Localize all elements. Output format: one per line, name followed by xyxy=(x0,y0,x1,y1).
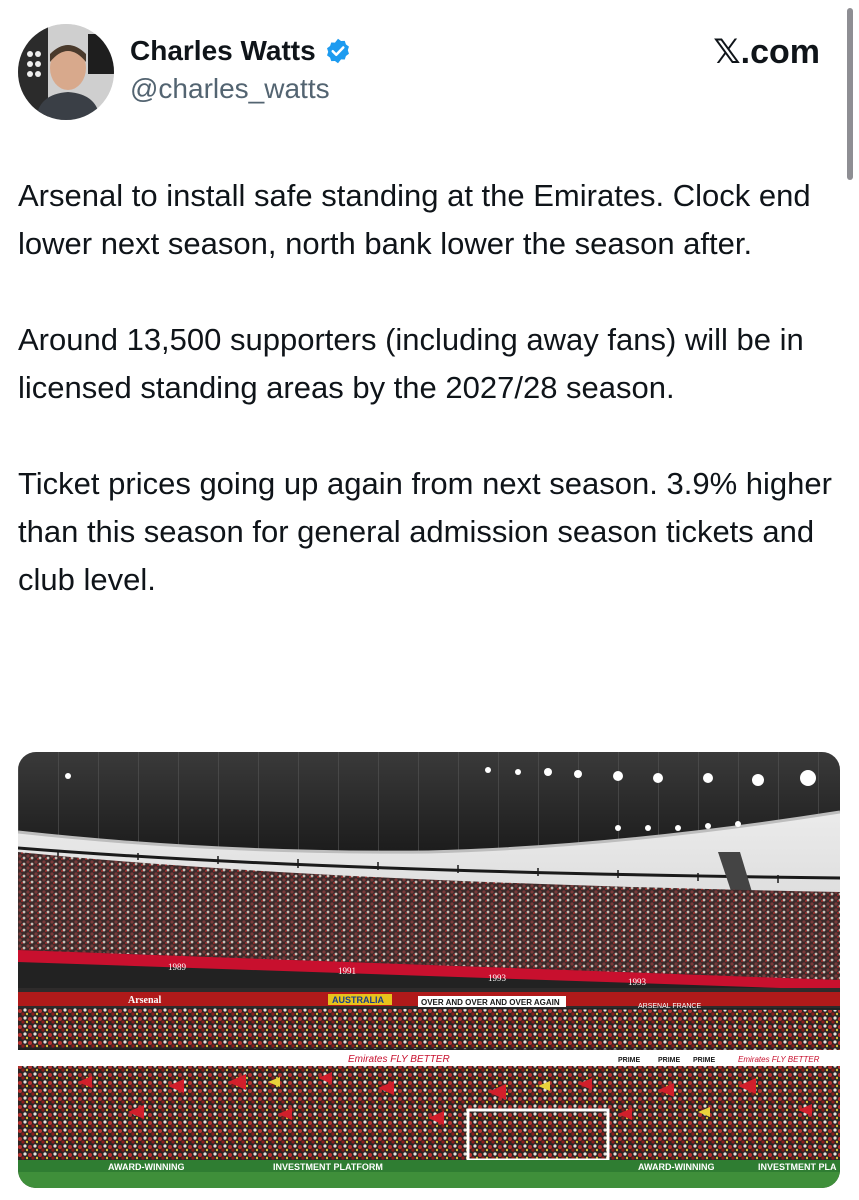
tweet-text: Arsenal to install safe standing at the … xyxy=(18,172,838,652)
year-banner: 1989 xyxy=(168,962,187,972)
prime-board: PRIME xyxy=(658,1057,681,1064)
led-board: INVESTMENT PLA xyxy=(758,1162,837,1172)
over-and-over-banner: OVER AND OVER AND OVER AGAIN xyxy=(421,998,560,1007)
prime-board: PRIME xyxy=(693,1057,716,1064)
verified-badge-icon xyxy=(324,37,352,65)
scrollbar[interactable] xyxy=(847,8,853,180)
tweet-paragraph: Arsenal to install safe standing at the … xyxy=(18,178,811,261)
led-board: AWARD-WINNING xyxy=(638,1162,715,1172)
year-banner: 1993 xyxy=(628,977,647,987)
handle[interactable]: @charles_watts xyxy=(130,72,352,106)
x-logo: 𝕏.com xyxy=(713,33,820,71)
arsenal-france-banner: ARSENAL FRANCE xyxy=(638,1003,701,1010)
display-name[interactable]: Charles Watts xyxy=(130,34,316,68)
year-banner: 1991 xyxy=(338,966,356,976)
emirates-board: Emirates FLY BETTER xyxy=(348,1054,450,1065)
tweet-media-stadium-photo[interactable]: 1989 1991 1993 1993 Arsenal AUSTRALIA OV… xyxy=(18,752,840,1188)
tweet-header: Charles Watts @charles_watts 𝕏.com xyxy=(18,24,838,124)
avatar-photo xyxy=(18,24,114,120)
led-board: INVESTMENT PLATFORM xyxy=(273,1162,383,1172)
tweet-paragraph: Around 13,500 supporters (including away… xyxy=(18,322,804,405)
tweet-paragraph: Ticket prices going up again from next s… xyxy=(18,466,832,597)
prime-board: PRIME xyxy=(618,1057,641,1064)
avatar[interactable] xyxy=(18,24,114,120)
emirates-board: Emirates FLY BETTER xyxy=(738,1055,820,1064)
arsenal-banner: Arsenal xyxy=(128,995,162,1006)
year-banner: 1993 xyxy=(488,973,507,983)
led-board: AWARD-WINNING xyxy=(108,1162,185,1172)
australia-banner: AUSTRALIA xyxy=(332,995,384,1005)
